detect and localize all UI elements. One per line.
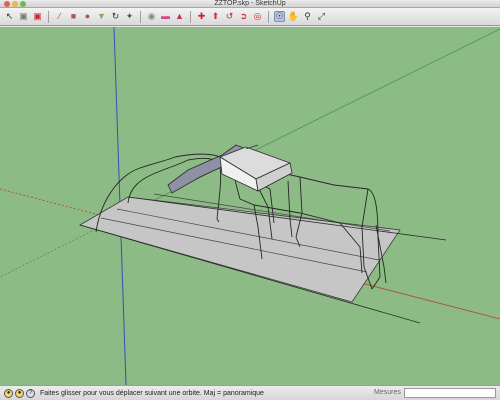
- select-arrow-icon[interactable]: ↖: [4, 11, 15, 22]
- offset-icon[interactable]: ◎: [252, 11, 263, 22]
- toolbar-separator: [268, 10, 269, 23]
- paint-bucket-icon[interactable]: ▲: [174, 11, 185, 22]
- model-canvas[interactable]: [0, 27, 500, 385]
- measures-input[interactable]: [404, 388, 496, 398]
- geo-location-icon[interactable]: ●: [4, 388, 13, 398]
- base-plate[interactable]: [78, 196, 401, 303]
- pan-icon[interactable]: ✋: [288, 11, 299, 22]
- orbit-icon[interactable]: ☉: [274, 11, 285, 22]
- circle-icon[interactable]: ●: [82, 11, 93, 22]
- camera-gray-icon[interactable]: ▣: [18, 11, 29, 22]
- toolbar-separator: [190, 10, 191, 23]
- zoom-extents-icon[interactable]: ⤢: [316, 11, 327, 22]
- camera-red-icon[interactable]: ▣: [32, 11, 43, 22]
- move-icon[interactable]: ✚: [196, 11, 207, 22]
- green-axis-dotted: [0, 221, 111, 278]
- rotate-orbit-icon[interactable]: ↻: [110, 11, 121, 22]
- tape-measure-icon[interactable]: ◉: [146, 11, 157, 22]
- roof-edge: [245, 144, 259, 150]
- measures-label: Mesures: [374, 389, 401, 396]
- help-icon[interactable]: ?: [26, 388, 35, 398]
- follow-me-icon[interactable]: ➲: [238, 11, 249, 22]
- rotate-icon[interactable]: ↺: [224, 11, 235, 22]
- toolbar-separator: [140, 10, 141, 23]
- push-pull-icon[interactable]: ▼: [96, 11, 107, 22]
- pencil-icon[interactable]: ∕: [54, 11, 65, 22]
- sketchup-window: ZZTOP.skp - SketchUp ↖ ▣ ▣ ∕ ■ ● ▼ ↻ ✦ ◉…: [0, 0, 500, 400]
- status-bar: ● ● ? Faites glisser pour vous déplacer …: [0, 385, 500, 400]
- main-toolbar: ↖ ▣ ▣ ∕ ■ ● ▼ ↻ ✦ ◉ ▬ ▲ ✚ ⬆ ↺ ➲ ◎ ☉ ✋ ⚲ …: [0, 8, 500, 26]
- rectangle-icon[interactable]: ■: [68, 11, 79, 22]
- eraser-icon[interactable]: ▬: [160, 11, 171, 22]
- window-title: ZZTOP.skp - SketchUp: [214, 0, 286, 7]
- paint-pencil-icon[interactable]: ✦: [124, 11, 135, 22]
- zoom-icon[interactable]: ⚲: [302, 11, 313, 22]
- title-bar: ZZTOP.skp - SketchUp: [0, 0, 500, 8]
- drawing-viewport[interactable]: [0, 27, 500, 385]
- green-axis: [109, 28, 500, 223]
- pushpull-tool-icon[interactable]: ⬆: [210, 11, 221, 22]
- status-hint-text: Faites glisser pour vous déplacer suivan…: [40, 389, 264, 397]
- credits-icon[interactable]: ●: [15, 388, 24, 398]
- toolbar-separator: [48, 10, 49, 23]
